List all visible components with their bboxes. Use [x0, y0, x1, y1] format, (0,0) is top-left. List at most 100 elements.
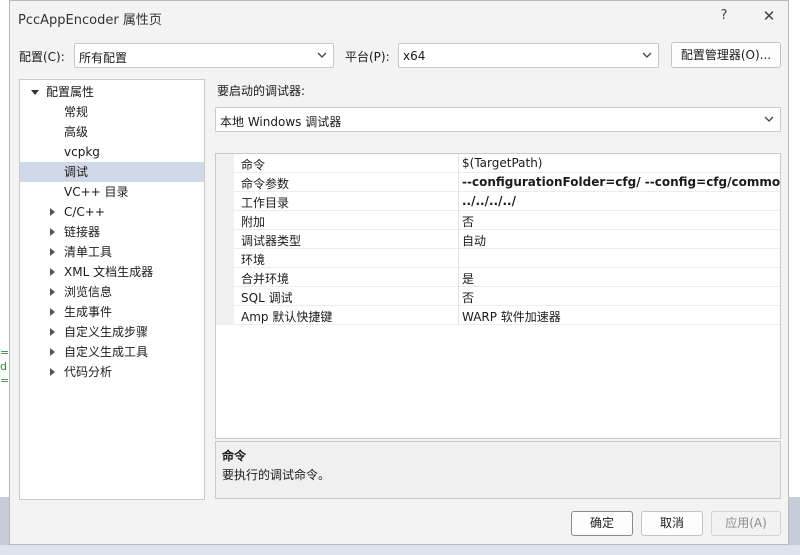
expand-arrow-icon[interactable] [48, 302, 58, 322]
tree-node[interactable]: 代码分析 [20, 362, 204, 382]
property-row[interactable]: 环境 [216, 249, 780, 268]
property-name: 环境 [241, 253, 266, 267]
description-title: 命令 [222, 449, 247, 463]
tree-node[interactable]: 调试 [20, 162, 204, 182]
property-row[interactable]: 附加 否 [216, 211, 780, 230]
debugger-dropdown[interactable]: 本地 Windows 调试器 [215, 107, 781, 132]
expand-arrow-icon[interactable] [48, 282, 58, 302]
property-value[interactable]: --configurationFolder=cfg/ --config=cfg/… [462, 175, 780, 189]
property-name: Amp 默认快捷键 [241, 310, 333, 324]
tree-node-label: XML 文档生成器 [64, 265, 154, 279]
help-button[interactable]: ? [710, 5, 738, 27]
background-glyph: = [0, 346, 9, 359]
column-separator [458, 173, 459, 192]
property-name: 命令参数 [241, 177, 290, 191]
platform-dropdown[interactable]: x64 [398, 43, 659, 68]
debugger-label: 要启动的调试器: [217, 84, 306, 98]
tree-node[interactable]: 清单工具 [20, 242, 204, 262]
property-tree: 配置属性 常规高级 vcpkg 调试 VC++ 目录 C/C++ 链接器清单工具 XML 文… [19, 79, 205, 500]
tree-node-config-properties[interactable]: 配置属性 [20, 82, 204, 102]
tree-node[interactable]: 自定义生成工具 [20, 342, 204, 362]
configuration-dropdown[interactable]: 所有配置 [74, 43, 334, 68]
description-text: 要执行的调试命令。 [222, 468, 331, 482]
debugger-value: 本地 Windows 调试器 [220, 115, 342, 129]
property-row[interactable]: 合并环境 是 [216, 268, 780, 287]
property-row[interactable]: SQL 调试 否 [216, 287, 780, 306]
close-button[interactable]: ✕ [754, 5, 784, 27]
expand-arrow-icon[interactable] [48, 322, 58, 342]
row-gutter [216, 154, 234, 173]
apply-button[interactable]: 应用(A) [711, 511, 781, 536]
tree-node-label: 清单工具 [64, 245, 113, 259]
tree-node[interactable]: 常规 [20, 102, 204, 122]
collapse-arrow-icon[interactable] [30, 82, 40, 102]
property-name: 调试器类型 [241, 234, 302, 248]
dialog-title: PccAppEncoder 属性页 [18, 13, 162, 28]
background-glyph: d [0, 360, 7, 373]
background-statusbar-left [0, 497, 9, 545]
expand-arrow-icon[interactable] [48, 202, 58, 222]
property-pages-dialog: PccAppEncoder 属性页 ? ✕ 配置(C): 所有配置 平台(P):… [9, 0, 789, 545]
tree-node-label: 调试 [64, 165, 89, 179]
expand-arrow-icon[interactable] [48, 262, 58, 282]
tree-node[interactable]: VC++ 目录 [20, 182, 204, 202]
background-ide-right-edge [789, 0, 800, 555]
expand-arrow-icon[interactable] [48, 362, 58, 382]
platform-value: x64 [403, 49, 426, 63]
configuration-label: 配置(C): [19, 50, 65, 64]
property-value[interactable]: 否 [462, 289, 474, 306]
expand-arrow-icon[interactable] [48, 242, 58, 262]
tree-node[interactable]: 链接器 [20, 222, 204, 242]
row-gutter [216, 192, 234, 211]
row-gutter [216, 287, 234, 306]
property-value[interactable]: 是 [462, 270, 474, 287]
background-statusbar-right [789, 497, 800, 545]
property-row[interactable]: 工作目录 ../../../../ [216, 192, 780, 211]
tree-node-label: VC++ 目录 [64, 185, 129, 199]
platform-label: 平台(P): [345, 50, 390, 64]
expand-arrow-icon[interactable] [48, 222, 58, 242]
column-separator [458, 154, 459, 173]
tree-node[interactable]: 生成事件 [20, 302, 204, 322]
column-separator [458, 192, 459, 211]
ok-button[interactable]: 确定 [571, 511, 633, 536]
tree-node[interactable]: 高级 [20, 122, 204, 142]
expand-arrow-icon[interactable] [48, 342, 58, 362]
chevron-down-icon [642, 52, 652, 58]
tree-node-label: 配置属性 [46, 85, 95, 99]
configuration-manager-button[interactable]: 配置管理器(O)... [671, 42, 781, 68]
column-separator [458, 249, 459, 268]
property-name: 附加 [241, 215, 266, 229]
tree-node-label: 常规 [64, 105, 89, 119]
background-ide-left-edge [0, 0, 9, 555]
column-separator [458, 230, 459, 249]
tree-node-label: 代码分析 [64, 365, 113, 379]
tree-node-label: 高级 [64, 125, 89, 139]
tree-node-label: C/C++ [64, 205, 105, 219]
tree-node[interactable]: C/C++ [20, 202, 204, 222]
property-row[interactable]: 命令 $(TargetPath) [216, 154, 780, 173]
property-name: 合并环境 [241, 272, 290, 286]
property-grid: 命令 $(TargetPath) 命令参数 --configurationFolder… [215, 153, 781, 439]
column-separator [458, 287, 459, 306]
property-value[interactable]: $(TargetPath) [462, 156, 542, 170]
tree-node[interactable]: 自定义生成步骤 [20, 322, 204, 342]
property-value[interactable]: WARP 软件加速器 [462, 308, 561, 325]
tree-node[interactable]: 浏览信息 [20, 282, 204, 302]
cancel-button[interactable]: 取消 [641, 511, 703, 536]
property-value[interactable]: ../../../../ [462, 194, 516, 208]
tree-node[interactable]: vcpkg [20, 142, 204, 162]
property-value[interactable]: 自动 [462, 232, 486, 249]
property-row[interactable]: 调试器类型 自动 [216, 230, 780, 249]
tree-node-label: 浏览信息 [64, 285, 113, 299]
property-row[interactable]: 命令参数 --configurationFolder=cfg/ --config=… [216, 173, 780, 192]
column-separator [458, 306, 459, 325]
tree-node-label: 自定义生成工具 [64, 345, 149, 359]
tree-node[interactable]: XML 文档生成器 [20, 262, 204, 282]
property-row[interactable]: Amp 默认快捷键 WARP 软件加速器 [216, 306, 780, 325]
background-bottom-strip [0, 545, 800, 555]
description-panel: 命令 要执行的调试命令。 [215, 441, 781, 499]
property-name: 命令 [241, 158, 266, 172]
background-code-fragment: = d = [0, 346, 9, 388]
property-value[interactable]: 否 [462, 213, 474, 230]
